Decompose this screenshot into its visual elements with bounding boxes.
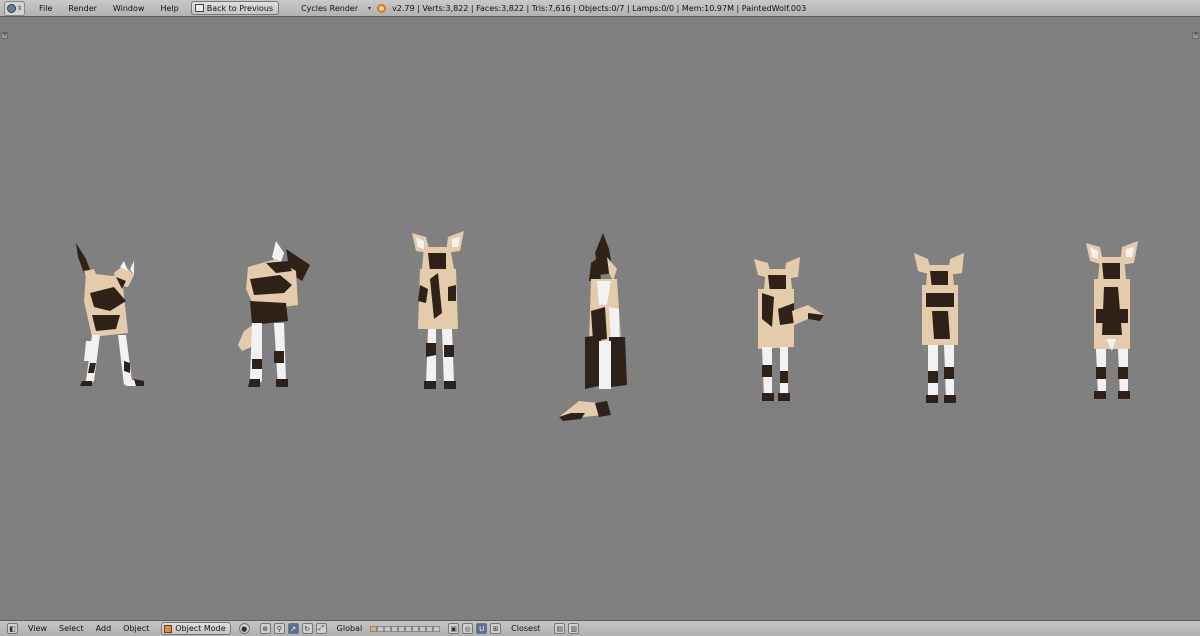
layer-button[interactable] xyxy=(391,625,399,632)
back-to-previous-button[interactable]: Back to Previous xyxy=(190,1,280,15)
3d-viewport[interactable] xyxy=(0,17,1200,620)
view3d-editor-icon[interactable]: ◧ xyxy=(7,623,18,634)
layer-button[interactable] xyxy=(433,625,441,632)
3d-view-header: ◧ View Select Add Object Object Mode ● ⊕… xyxy=(0,620,1200,636)
rotate-manipulator-icon[interactable]: ↻ xyxy=(301,623,313,634)
layer-button[interactable] xyxy=(426,625,434,632)
transform-orientation-select[interactable]: Global xyxy=(337,624,363,633)
layer-button[interactable] xyxy=(398,625,406,632)
menu-view[interactable]: View xyxy=(22,624,53,633)
interaction-mode-select[interactable]: Object Mode xyxy=(161,622,231,635)
painted-wolf-3[interactable] xyxy=(408,229,468,396)
painted-wolf-6[interactable] xyxy=(910,249,970,406)
layer-button[interactable] xyxy=(412,625,420,632)
opengl-animation-icon[interactable]: ▥ xyxy=(568,623,580,634)
pivot-point-icon[interactable]: ⊕ xyxy=(259,623,271,634)
menu-select[interactable]: Select xyxy=(53,624,90,633)
snap-element-icon[interactable]: ⊞ xyxy=(490,623,502,634)
chevron-down-icon: ▾ xyxy=(368,4,372,12)
layer-button[interactable] xyxy=(419,625,427,632)
manipulator-toggle-icon[interactable]: ⚲ xyxy=(273,623,285,634)
menu-file[interactable]: File xyxy=(31,0,60,17)
painted-wolf-2[interactable] xyxy=(236,241,326,393)
layer-button[interactable] xyxy=(384,625,392,632)
render-engine-select[interactable]: Cycles Render ▾ xyxy=(301,4,371,13)
snap-target-select[interactable]: Closest xyxy=(511,624,540,633)
painted-wolf-7[interactable] xyxy=(1082,239,1142,401)
lock-camera-icon[interactable]: ▣ xyxy=(448,623,460,634)
layer-button[interactable] xyxy=(370,625,378,632)
viewport-shading-icon[interactable]: ● xyxy=(238,623,250,634)
layer-button[interactable] xyxy=(377,625,385,632)
area-split-handle-right[interactable] xyxy=(1192,30,1199,39)
snap-magnet-icon[interactable]: U xyxy=(476,623,488,634)
menu-window[interactable]: Window xyxy=(105,0,153,17)
back-to-previous-label: Back to Previous xyxy=(206,3,274,13)
scale-manipulator-icon[interactable]: ⤢ xyxy=(315,623,327,634)
menu-object[interactable]: Object xyxy=(117,624,155,633)
info-header: ⇕ File Render Window Help Back to Previo… xyxy=(0,0,1200,17)
menu-add[interactable]: Add xyxy=(90,624,118,633)
main-menu: File Render Window Help xyxy=(31,0,187,17)
blender-logo-icon xyxy=(377,3,387,13)
object-mode-icon xyxy=(164,624,173,633)
menu-help[interactable]: Help xyxy=(152,0,186,17)
scene-stats: v2.79 | Verts:3,822 | Faces:3,822 | Tris… xyxy=(392,3,807,13)
menu-render[interactable]: Render xyxy=(60,0,104,17)
editor-type-selector[interactable]: ⇕ xyxy=(4,0,26,16)
chevron-updown-icon: ⇕ xyxy=(17,4,23,12)
layer-buttons[interactable] xyxy=(370,625,441,632)
area-split-handle-left[interactable] xyxy=(1,30,8,39)
info-icon xyxy=(7,3,16,13)
painted-wolf-5[interactable] xyxy=(748,253,838,405)
proportional-edit-icon[interactable]: ◎ xyxy=(462,623,474,634)
painted-wolf-1[interactable] xyxy=(62,241,152,393)
render-engine-value: Cycles Render xyxy=(301,3,359,13)
layer-button[interactable] xyxy=(405,625,413,632)
painted-wolf-4[interactable] xyxy=(555,229,635,421)
view3d-menu: View Select Add Object xyxy=(22,624,155,633)
interaction-mode-value: Object Mode xyxy=(175,624,226,633)
back-icon xyxy=(194,4,204,12)
translate-manipulator-icon[interactable]: ↗ xyxy=(287,623,299,634)
opengl-render-icon[interactable]: ▤ xyxy=(554,623,566,634)
